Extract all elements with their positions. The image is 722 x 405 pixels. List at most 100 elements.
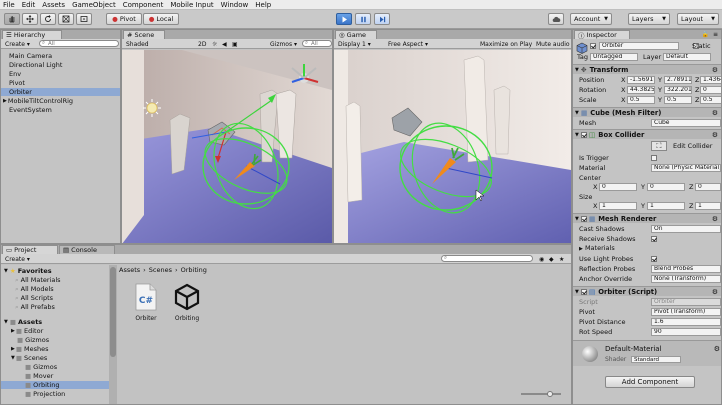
- settings-gear-icon[interactable]: ⚙: [712, 66, 718, 74]
- layer-dropdown[interactable]: Default: [663, 53, 711, 61]
- size-z-input[interactable]: 1: [695, 202, 721, 210]
- hierarchy-item-selected[interactable]: Orbiter: [1, 88, 120, 96]
- folder-item[interactable]: ■ Gizmos: [1, 336, 109, 344]
- rotation-z-input[interactable]: 0: [700, 86, 721, 94]
- scene-viewport[interactable]: [122, 50, 332, 244]
- folder-item[interactable]: ■ Gizmos: [1, 363, 109, 371]
- favorite-item[interactable]: ⌕ All Materials: [1, 276, 109, 285]
- mesh-field[interactable]: Cube: [651, 119, 721, 127]
- folder-item[interactable]: ▼ ■ Scenes: [1, 354, 109, 362]
- light-probes-checkbox[interactable]: [651, 256, 657, 262]
- menu-icon[interactable]: ≡: [713, 31, 718, 38]
- physic-material-field[interactable]: None (Physic Material): [651, 164, 721, 172]
- folder-tree-scrollbar[interactable]: [109, 265, 117, 404]
- folder-item[interactable]: ▶ ■ Editor: [1, 327, 109, 335]
- box-collider-component-header[interactable]: ▼ ◫ Box Collider ⚙: [573, 129, 721, 139]
- is-trigger-checkbox[interactable]: [651, 155, 657, 161]
- pivot-field[interactable]: Pivot (Transform): [651, 308, 721, 316]
- mute-audio-toggle[interactable]: Mute audio: [534, 40, 571, 48]
- settings-gear-icon[interactable]: ⚙: [712, 131, 718, 139]
- pivot-toggle-button[interactable]: ● Pivot: [106, 13, 142, 25]
- menu-window[interactable]: Window: [221, 1, 249, 9]
- slider-thumb[interactable]: [547, 391, 553, 397]
- local-toggle-button[interactable]: ● Local: [143, 13, 179, 25]
- play-button[interactable]: [336, 13, 352, 25]
- settings-gear-icon[interactable]: ⚙: [712, 288, 718, 296]
- scene-audio-toggle[interactable]: ◀: [220, 40, 229, 48]
- lock-icon[interactable]: 🔒: [702, 31, 709, 38]
- scene-search-input[interactable]: ⌕ All: [302, 40, 332, 47]
- transform-component-header[interactable]: ▼ ✥ Transform ⚙: [573, 64, 721, 74]
- display-dropdown[interactable]: Display 1 ▾: [336, 40, 373, 48]
- pause-button[interactable]: [355, 13, 371, 25]
- position-x-input[interactable]: -1.5691: [627, 76, 655, 84]
- scale-y-input[interactable]: 0.5: [664, 96, 692, 104]
- cast-shadows-dropdown[interactable]: On: [651, 225, 721, 233]
- position-z-input[interactable]: 1.43645: [700, 76, 721, 84]
- project-create-button[interactable]: Create ▾: [3, 255, 32, 263]
- settings-gear-icon[interactable]: ⚙: [712, 215, 718, 223]
- tab-hierarchy[interactable]: ☰ Hierarchy: [2, 30, 62, 39]
- tab-game[interactable]: ◎ Game: [335, 30, 377, 39]
- edit-collider-toggle[interactable]: ⛶: [651, 141, 667, 151]
- layers-dropdown[interactable]: Layers ▼: [628, 13, 670, 25]
- menu-component[interactable]: Component: [123, 1, 164, 9]
- account-dropdown[interactable]: Account ▼: [570, 13, 612, 25]
- game-viewport[interactable]: [334, 50, 571, 244]
- shading-mode-dropdown[interactable]: Shaded: [124, 40, 151, 48]
- favorite-star-button[interactable]: ★: [557, 255, 566, 263]
- rotation-y-input[interactable]: 322.201: [664, 86, 692, 94]
- rect-tool-button[interactable]: [76, 13, 92, 25]
- file-item-script[interactable]: C# Orbiter: [129, 283, 163, 331]
- scale-x-input[interactable]: 0.5: [627, 96, 655, 104]
- breadcrumb-item[interactable]: Scenes: [149, 266, 172, 274]
- scrollbar-thumb[interactable]: [110, 267, 116, 357]
- favorites-header[interactable]: ▼ ★ Favorites: [1, 267, 109, 275]
- tab-scene[interactable]: # Scene: [123, 30, 165, 39]
- tab-console[interactable]: ▤ Console: [59, 245, 115, 254]
- component-enabled-checkbox[interactable]: [580, 215, 587, 222]
- cloud-button[interactable]: [548, 13, 564, 25]
- hierarchy-item[interactable]: Pivot: [1, 79, 120, 87]
- anchor-override-field[interactable]: None (Transform): [651, 275, 721, 283]
- step-button[interactable]: [374, 13, 390, 25]
- move-tool-button[interactable]: [22, 13, 38, 25]
- mesh-filter-component-header[interactable]: ▼ ▦ Cube (Mesh Filter) ⚙: [573, 107, 721, 117]
- component-enabled-checkbox[interactable]: [580, 288, 587, 295]
- reflection-probes-dropdown[interactable]: Blend Probes: [651, 265, 721, 273]
- settings-gear-icon[interactable]: ⚙: [712, 109, 718, 117]
- size-y-input[interactable]: 1: [647, 202, 685, 210]
- folder-item[interactable]: ■ Projection: [1, 390, 109, 398]
- orbiter-script-component-header[interactable]: ▼ ▤ Orbiter (Script) ⚙: [573, 286, 721, 296]
- hierarchy-item[interactable]: Directional Light: [1, 61, 120, 69]
- rotation-x-input[interactable]: 44.3825: [627, 86, 655, 94]
- maximize-on-play-toggle[interactable]: Maximize on Play: [478, 40, 534, 48]
- favorite-item[interactable]: ⌕ All Scripts: [1, 294, 109, 303]
- materials-foldout[interactable]: ▶ Materials: [579, 244, 615, 252]
- scale-z-input[interactable]: 0.5: [700, 96, 721, 104]
- tab-inspector[interactable]: ⓘ Inspector: [574, 30, 630, 40]
- hierarchy-create-button[interactable]: Create ▾: [3, 40, 32, 48]
- layout-dropdown[interactable]: Layout ▼: [677, 13, 719, 25]
- mesh-renderer-component-header[interactable]: ▼ ▦ Mesh Renderer ⚙: [573, 213, 721, 223]
- pivot-distance-input[interactable]: 1.6: [651, 318, 721, 326]
- menu-help[interactable]: Help: [255, 1, 271, 9]
- gizmos-dropdown[interactable]: Gizmos ▾: [268, 40, 299, 48]
- center-x-input[interactable]: 0: [599, 183, 637, 191]
- size-x-input[interactable]: 1: [599, 202, 637, 210]
- breadcrumb-item[interactable]: Assets: [119, 266, 140, 274]
- file-item-scene[interactable]: Orbiting: [169, 283, 205, 331]
- component-enabled-checkbox[interactable]: [580, 131, 587, 138]
- breadcrumb-item[interactable]: Orbiting: [181, 266, 207, 274]
- scale-tool-button[interactable]: [58, 13, 74, 25]
- center-z-input[interactable]: 0: [695, 183, 721, 191]
- rot-speed-input[interactable]: 90: [651, 328, 721, 336]
- object-name-input[interactable]: Orbiter: [599, 42, 679, 50]
- tag-dropdown[interactable]: Untagged: [590, 53, 638, 61]
- settings-gear-icon[interactable]: ⚙: [714, 345, 720, 353]
- menu-edit[interactable]: Edit: [22, 1, 36, 9]
- project-search-input[interactable]: ⌕: [441, 255, 533, 262]
- menu-file[interactable]: File: [3, 1, 15, 9]
- material-preview-section[interactable]: Default-Material Shader Standard ⚙: [573, 340, 721, 366]
- hierarchy-item[interactable]: Main Camera: [1, 52, 120, 60]
